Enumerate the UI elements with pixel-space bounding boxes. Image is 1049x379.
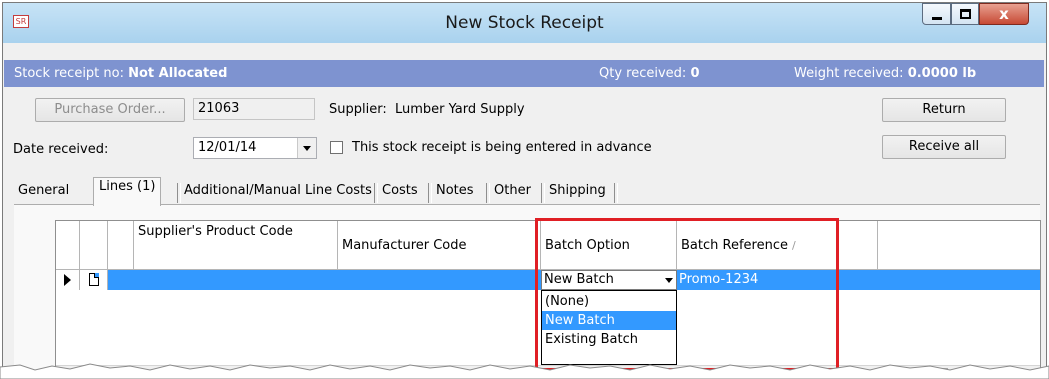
date-dropdown-button[interactable]: [297, 138, 316, 158]
close-button[interactable]: x: [979, 3, 1029, 25]
close-icon: x: [999, 5, 1009, 23]
weight-received: Weight received: 0.0000 lb: [794, 66, 977, 81]
tab-shipping[interactable]: Shipping: [544, 182, 611, 204]
maximize-icon: [960, 9, 971, 19]
row-header-column: [56, 221, 80, 270]
icon-column-header: [80, 221, 108, 270]
empty-column-header: [878, 221, 1040, 270]
stock-receipt-window: SR New Stock Receipt x Stock receipt no:…: [2, 2, 1047, 379]
tab-other[interactable]: Other: [489, 182, 536, 204]
batch-option-value: New Batch: [544, 272, 614, 287]
qty-received: Qty received: 0: [599, 66, 700, 81]
return-button[interactable]: Return: [882, 98, 1006, 122]
torn-edge: [0, 363, 1049, 379]
document-icon: [89, 273, 99, 286]
date-received-field[interactable]: 12/01/14: [193, 137, 317, 159]
purchase-order-button[interactable]: Purchase Order...: [35, 98, 185, 122]
tab-divider: [614, 183, 618, 203]
row-selector[interactable]: [56, 270, 80, 290]
batch-reference-cell[interactable]: Promo-1234: [679, 272, 758, 287]
column-header-batch-option[interactable]: Batch Option: [541, 221, 677, 270]
spacer-column-header: [108, 221, 134, 270]
window-title: New Stock Receipt: [445, 13, 604, 33]
tab-general[interactable]: General: [13, 182, 74, 204]
receipt-number: Stock receipt no: Not Allocated: [14, 66, 228, 81]
maximize-button[interactable]: [951, 3, 979, 25]
advance-checkbox[interactable]: [330, 141, 343, 154]
sort-indicator: /: [791, 239, 796, 252]
date-received-label: Date received:: [13, 142, 109, 157]
batch-option-dropdown: (None) New Batch Existing Batch: [541, 290, 677, 365]
summary-bar: Stock receipt no: Not Allocated Qty rece…: [4, 60, 1044, 87]
option-existing-batch[interactable]: Existing Batch: [542, 330, 676, 349]
column-header-supplier-code[interactable]: Supplier's Product Code: [134, 221, 338, 270]
column-header-manufacturer-code[interactable]: Manufacturer Code: [338, 221, 541, 270]
current-row-icon: [64, 274, 71, 286]
purchase-order-field[interactable]: 21063: [193, 98, 315, 120]
chevron-down-icon: [665, 278, 673, 283]
option-none[interactable]: (None): [542, 292, 676, 311]
title-bar: SR New Stock Receipt x: [3, 3, 1046, 43]
column-header-batch-reference[interactable]: Batch Reference /: [677, 221, 878, 270]
tab-costs[interactable]: Costs: [377, 182, 423, 204]
minimize-icon: [932, 17, 942, 20]
advance-checkbox-label: This stock receipt is being entered in a…: [352, 140, 652, 155]
tab-notes[interactable]: Notes: [431, 182, 479, 204]
lines-grid: Supplier's Product Code Manufacturer Cod…: [55, 220, 1041, 378]
batch-option-select[interactable]: New Batch: [541, 270, 677, 290]
receive-all-button[interactable]: Receive all: [882, 135, 1006, 159]
option-new-batch[interactable]: New Batch: [542, 311, 676, 330]
supplier-label: Supplier: Lumber Yard Supply: [329, 102, 525, 117]
tab-lines[interactable]: Lines (1): [93, 177, 162, 206]
date-value: 12/01/14: [198, 140, 257, 155]
minimize-button[interactable]: [922, 3, 951, 25]
tab-additional-line-costs[interactable]: Additional/Manual Line Costs: [179, 182, 377, 204]
